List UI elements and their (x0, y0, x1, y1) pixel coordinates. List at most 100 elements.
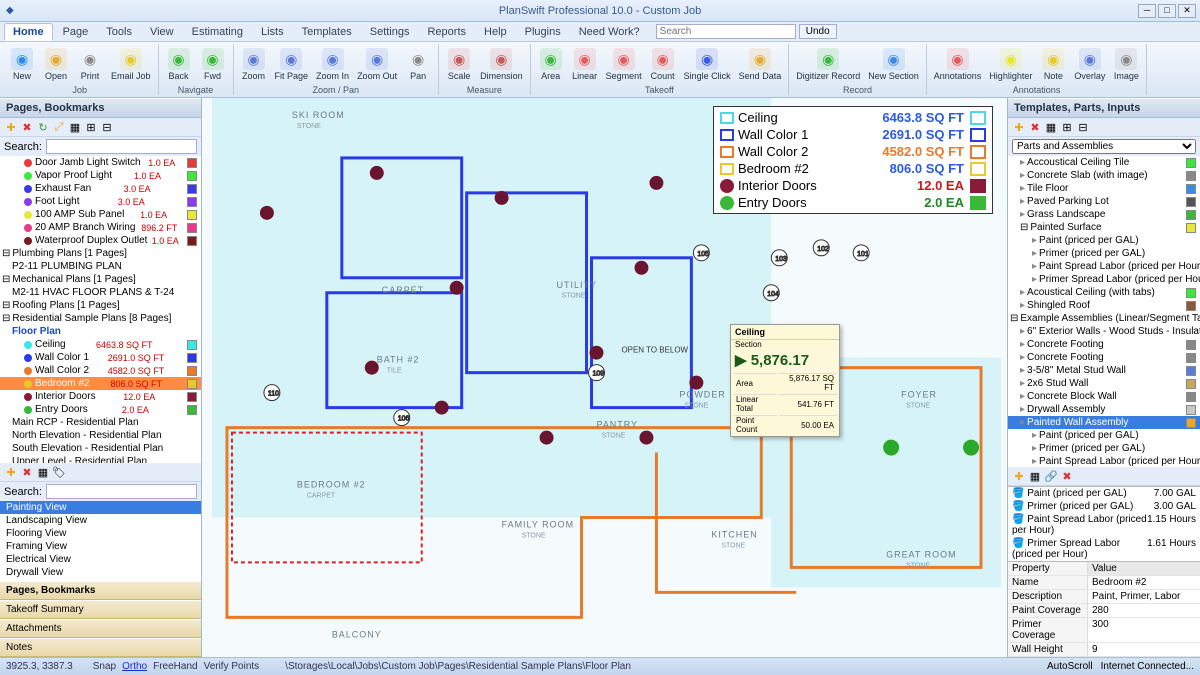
ribbon-send-data-button[interactable]: ◉Send Data (736, 44, 785, 85)
template-item[interactable]: ▸Concrete Slab (with image) (1008, 169, 1200, 182)
property-row[interactable]: Primer Coverage300 (1008, 618, 1200, 643)
tree-item[interactable]: ⊟Roofing Plans [1 Pages] (0, 299, 201, 312)
views-list[interactable]: Painting ViewLandscaping ViewFlooring Vi… (0, 501, 201, 581)
tree-item[interactable]: ⊟Plumbing Plans [1 Pages] (0, 247, 201, 260)
menu-tab-plugins[interactable]: Plugins (517, 24, 569, 40)
menu-tab-view[interactable]: View (142, 24, 182, 40)
expand-icon[interactable]: ⤢ (52, 120, 66, 134)
menu-tab-need-work-[interactable]: Need Work? (571, 24, 648, 40)
ribbon-overlay-button[interactable]: ◉Overlay (1071, 44, 1108, 85)
menu-tab-estimating[interactable]: Estimating (184, 24, 251, 40)
ribbon-zoom-button[interactable]: ◉Zoom (238, 44, 270, 85)
template-item[interactable]: ▸Primer (priced per GAL) (1008, 442, 1200, 455)
collapse-icon[interactable]: ⊞ (1060, 120, 1074, 134)
view-item[interactable]: Drywall View (0, 566, 201, 579)
left-search-input[interactable] (46, 139, 197, 154)
tree-item[interactable]: Door Jamb Light Switch1.0 EA (0, 156, 201, 169)
ribbon-image-button[interactable]: ◉Image (1110, 44, 1142, 85)
view-item[interactable]: Landscaping View (0, 514, 201, 527)
template-item[interactable]: ▸2x6 Stud Wall (1008, 377, 1200, 390)
accordion-notes[interactable]: Notes (0, 638, 201, 657)
tree-item[interactable]: South Elevation - Residential Plan (0, 442, 201, 455)
template-item[interactable]: ▸Concrete Footing (1008, 338, 1200, 351)
tree-item[interactable]: ⊟Residential Sample Plans [8 Pages] (0, 312, 201, 325)
ribbon-zoom-in-button[interactable]: ◉Zoom In (313, 44, 352, 85)
template-item[interactable]: ▸Painted Wall Assembly (1008, 416, 1200, 429)
tree-item[interactable]: Vapor Proof Light1.0 EA (0, 169, 201, 182)
template-item[interactable]: ▸Acoustical Ceiling (with tabs) (1008, 286, 1200, 299)
delete-icon[interactable]: ✖ (1060, 469, 1074, 483)
accordion-takeoff-summary[interactable]: Takeoff Summary (0, 600, 201, 619)
ribbon-email-job-button[interactable]: ◉Email Job (108, 44, 154, 85)
template-item[interactable]: ▸Primer Spread Labor (priced per Hour) (1008, 273, 1200, 286)
collapse-icon[interactable]: ⊞ (84, 120, 98, 134)
parts-combo[interactable]: Parts and Assemblies (1012, 139, 1196, 154)
template-item[interactable]: ▸Concrete Block Wall (1008, 390, 1200, 403)
minimize-button[interactable]: ─ (1138, 4, 1156, 18)
view-item[interactable]: Framing View (0, 540, 201, 553)
ribbon-pan-button[interactable]: ◉Pan (402, 44, 434, 85)
view-item[interactable]: Flooring View (0, 527, 201, 540)
menu-tab-home[interactable]: Home (4, 23, 53, 41)
templates-tree[interactable]: ▸Accoustical Ceiling Tile▸Concrete Slab … (1008, 156, 1200, 467)
pages-tree[interactable]: Door Jamb Light Switch1.0 EAVapor Proof … (0, 156, 201, 463)
tree-item[interactable]: M2-11 HVAC FLOOR PLANS & T-24 (0, 286, 201, 299)
tree-item[interactable]: P2-11 PLUMBING PLAN (0, 260, 201, 273)
template-item[interactable]: ▸Accoustical Ceiling Tile (1008, 156, 1200, 169)
tree-item[interactable]: Entry Doors2.0 EA (0, 403, 201, 416)
template-item[interactable]: ▸Tile Floor (1008, 182, 1200, 195)
add-icon[interactable]: ✚ (1012, 469, 1026, 483)
tree-item[interactable]: 20 AMP Branch Wiring896.2 FT (0, 221, 201, 234)
property-row[interactable]: Wall Height9 (1008, 643, 1200, 657)
template-item[interactable]: ▸6" Exterior Walls - Wood Studs - Insula… (1008, 325, 1200, 338)
delete-icon[interactable]: ✖ (20, 465, 34, 479)
tree-item[interactable]: Upper Level - Residential Plan (0, 455, 201, 463)
template-item[interactable]: ▸Shingled Roof (1008, 299, 1200, 312)
expand-all-icon[interactable]: ⊟ (100, 120, 114, 134)
grid-icon[interactable]: ▦ (68, 120, 82, 134)
tree-item[interactable]: Interior Doors12.0 EA (0, 390, 201, 403)
template-item[interactable]: ▸Paint (priced per GAL) (1008, 234, 1200, 247)
accordion-attachments[interactable]: Attachments (0, 619, 201, 638)
template-item[interactable]: ▸Paint Spread Labor (priced per Hour) (1008, 260, 1200, 273)
maximize-button[interactable]: □ (1158, 4, 1176, 18)
menu-tab-help[interactable]: Help (476, 24, 515, 40)
template-item[interactable]: ▸Grass Landscape (1008, 208, 1200, 221)
ribbon-annotations-button[interactable]: ◉Annotations (931, 44, 985, 85)
grid-icon[interactable]: ▦ (1028, 469, 1042, 483)
ribbon-fwd-button[interactable]: ◉Fwd (197, 44, 229, 85)
undo-button[interactable]: Undo (799, 24, 837, 39)
ribbon-dimension-button[interactable]: ◉Dimension (477, 44, 526, 85)
template-item[interactable]: ▸3-5/8" Metal Stud Wall (1008, 364, 1200, 377)
views-search-input[interactable] (46, 484, 197, 499)
snap-freehand[interactable]: FreeHand (153, 661, 197, 672)
accordion-pages-bookmarks[interactable]: Pages, Bookmarks (0, 581, 201, 600)
ribbon-area-button[interactable]: ◉Area (535, 44, 567, 85)
property-row[interactable]: Paint Coverage280 (1008, 604, 1200, 618)
template-item[interactable]: ▸Concrete Footing (1008, 351, 1200, 364)
tree-item[interactable]: Main RCP - Residential Plan (0, 416, 201, 429)
ribbon-digitizer-record-button[interactable]: ◉Digitizer Record (793, 44, 863, 85)
template-item[interactable]: ▸Primer (priced per GAL) (1008, 247, 1200, 260)
tree-item[interactable]: Waterproof Duplex Outlet1.0 EA (0, 234, 201, 247)
refresh-icon[interactable]: ↻ (36, 120, 50, 134)
grid-icon[interactable]: ▦ (1044, 120, 1058, 134)
ribbon-print-button[interactable]: ◉Print (74, 44, 106, 85)
add-icon[interactable]: ✚ (1012, 120, 1026, 134)
ribbon-new-section-button[interactable]: ◉New Section (865, 44, 922, 85)
add-icon[interactable]: ✚ (4, 465, 18, 479)
drawing-canvas[interactable]: SKI ROOMSTONE CARPET BATH #2TILE BEDROOM… (202, 98, 1008, 657)
snap-snap[interactable]: Snap (93, 661, 116, 672)
ribbon-scale-button[interactable]: ◉Scale (443, 44, 475, 85)
tree-item[interactable]: 100 AMP Sub Panel1.0 EA (0, 208, 201, 221)
tree-item[interactable]: North Elevation - Residential Plan (0, 429, 201, 442)
menu-tab-reports[interactable]: Reports (419, 24, 474, 40)
tree-item[interactable]: Wall Color 24582.0 SQ FT (0, 364, 201, 377)
template-item[interactable]: ⊟Example Assemblies (Linear/Segment Take… (1008, 312, 1200, 325)
snap-verify points[interactable]: Verify Points (204, 661, 260, 672)
tree-item[interactable]: Bedroom #2806.0 SQ FT (0, 377, 201, 390)
menu-search-input[interactable] (656, 24, 796, 39)
template-item[interactable]: ▸Paved Parking Lot (1008, 195, 1200, 208)
ribbon-fit-page-button[interactable]: ◉Fit Page (272, 44, 312, 85)
ribbon-count-button[interactable]: ◉Count (647, 44, 679, 85)
